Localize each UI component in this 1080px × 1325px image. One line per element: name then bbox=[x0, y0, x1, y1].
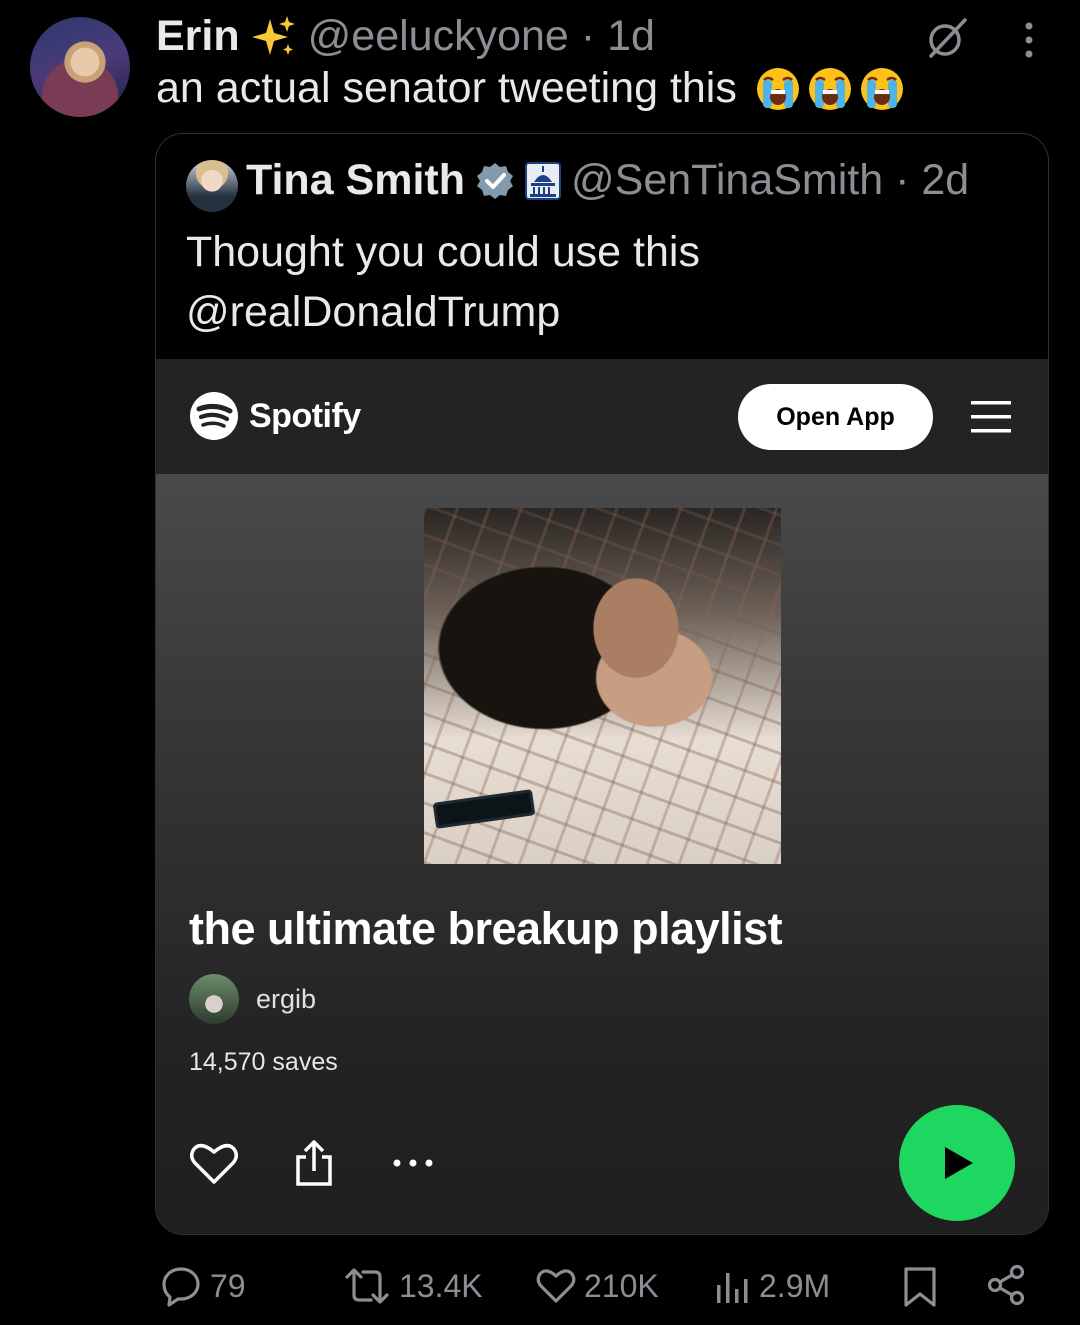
spotify-logo[interactable]: Spotify bbox=[189, 391, 361, 441]
views-count: 2.9M bbox=[759, 1267, 831, 1304]
retweet-button[interactable]: 13.4K bbox=[343, 1262, 483, 1310]
play-icon bbox=[945, 1147, 973, 1179]
reply-button[interactable]: 79 bbox=[160, 1262, 246, 1310]
views-icon bbox=[717, 1273, 748, 1303]
author-avatar[interactable] bbox=[30, 17, 130, 117]
quoted-author-name[interactable]: Tina Smith bbox=[246, 156, 465, 205]
verified-badge-icon bbox=[477, 162, 514, 199]
author-line: Erin @eeluckyone · 1d bbox=[156, 12, 655, 61]
loudly-crying-emoji bbox=[756, 67, 799, 110]
share-icon[interactable] bbox=[294, 1139, 334, 1187]
more-options-icon[interactable] bbox=[392, 1158, 434, 1168]
author-name[interactable]: Erin bbox=[156, 12, 240, 61]
phone-in-cover bbox=[432, 789, 536, 829]
spotify-wordmark: Spotify bbox=[249, 396, 361, 435]
spotify-embed[interactable]: Spotify Open App the ultimate breakup pl… bbox=[156, 359, 1048, 1234]
author-handle[interactable]: @eeluckyone · 1d bbox=[308, 12, 655, 61]
quoted-author-line: Tina Smith @SenTinaSmith · 2d bbox=[246, 156, 969, 205]
like-button[interactable]: 210K bbox=[536, 1262, 659, 1310]
tweet-text: an actual senator tweeting this bbox=[156, 64, 905, 113]
quoted-author-handle[interactable]: @SenTinaSmith · 2d bbox=[571, 156, 969, 205]
play-button[interactable] bbox=[899, 1105, 1015, 1221]
sparkles-icon bbox=[251, 15, 295, 55]
playlist-title[interactable]: the ultimate breakup playlist bbox=[189, 903, 783, 955]
capitol-icon bbox=[525, 161, 562, 200]
like-count: 210K bbox=[584, 1267, 659, 1304]
owner-name[interactable]: ergib bbox=[256, 984, 316, 1015]
saves-count: 14,570 saves bbox=[189, 1048, 338, 1076]
more-options-icon[interactable] bbox=[1018, 20, 1040, 60]
spotify-header: Spotify Open App bbox=[156, 359, 1048, 474]
share-icon[interactable] bbox=[986, 1264, 1026, 1306]
quoted-author-avatar[interactable] bbox=[186, 160, 238, 212]
spotify-icon bbox=[190, 392, 238, 440]
open-app-button[interactable]: Open App bbox=[738, 384, 933, 450]
owner-avatar[interactable] bbox=[189, 974, 239, 1024]
reply-count: 79 bbox=[210, 1267, 246, 1304]
loudly-crying-emoji bbox=[808, 67, 851, 110]
playlist-cover-image[interactable] bbox=[424, 508, 781, 864]
heart-icon[interactable] bbox=[189, 1140, 239, 1186]
retweet-count: 13.4K bbox=[399, 1267, 483, 1304]
loudly-crying-emoji bbox=[860, 67, 903, 110]
playlist-panel: the ultimate breakup playlist ergib 14,5… bbox=[156, 474, 1048, 1234]
retweet-icon bbox=[345, 1268, 389, 1304]
grok-icon[interactable] bbox=[925, 16, 969, 60]
views-button[interactable]: 2.9M bbox=[715, 1262, 830, 1310]
quoted-tweet-card[interactable]: Tina Smith @SenTinaSmith · 2d Thought yo… bbox=[155, 133, 1049, 1235]
quoted-tweet-text: Thought you could use this @realDonaldTr… bbox=[186, 228, 700, 336]
reply-icon bbox=[162, 1267, 200, 1307]
menu-icon[interactable] bbox=[971, 399, 1011, 435]
like-icon bbox=[536, 1269, 576, 1303]
bookmark-icon[interactable] bbox=[903, 1266, 937, 1308]
